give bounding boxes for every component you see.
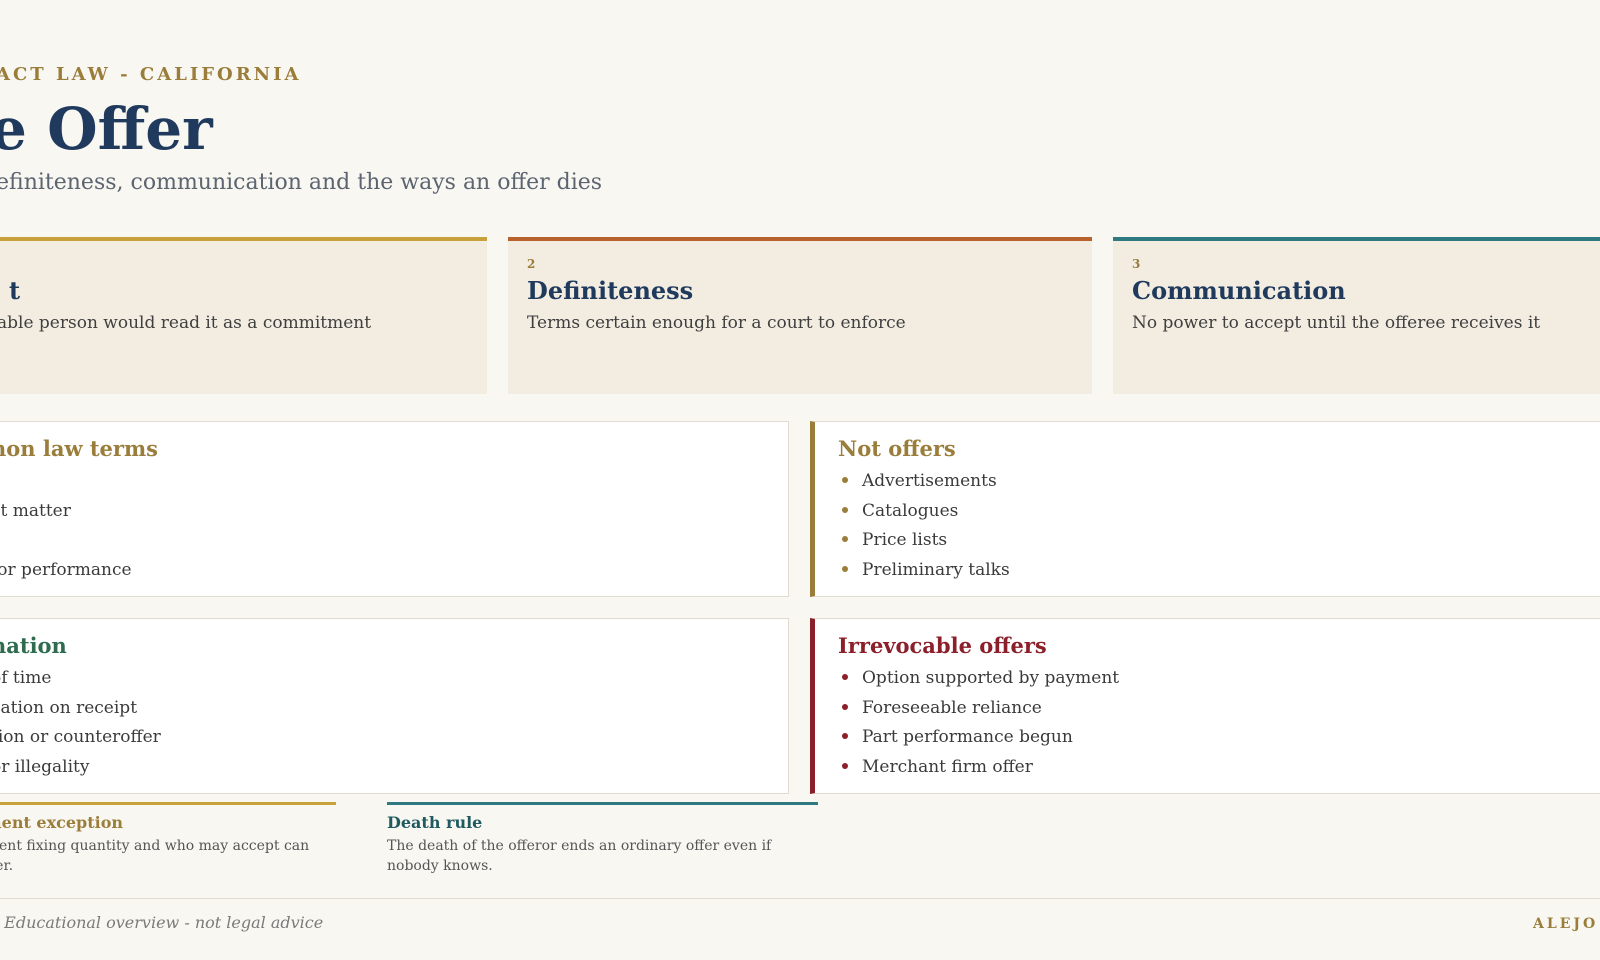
step-card-communication: 3 Communication No power to accept until… bbox=[1113, 237, 1600, 394]
list-item: ct matter bbox=[0, 500, 71, 521]
step-number bbox=[9, 257, 467, 271]
list-item: Option supported by payment bbox=[838, 664, 1587, 694]
list-item: for performance bbox=[0, 559, 132, 580]
step-number: 3 bbox=[1132, 257, 1141, 271]
note-title: nent exception bbox=[0, 813, 124, 832]
note-text-line: nobody knows. bbox=[387, 858, 493, 874]
footer-brand: ALEJO bbox=[1533, 916, 1599, 932]
note-text-line: The death of the offeror ends an ordinar… bbox=[387, 838, 772, 854]
step-description: No power to accept until the offeree rec… bbox=[1132, 313, 1541, 333]
note-text-line: fer. bbox=[0, 858, 14, 874]
card-not-offers: Not offers Advertisements Catalogues Pri… bbox=[810, 421, 1600, 597]
page-kicker: ACT LAW - CALIFORNIA bbox=[0, 64, 302, 85]
step-card-definiteness: 2 Definiteness Terms certain enough for … bbox=[508, 237, 1092, 394]
card-title: nation bbox=[0, 633, 67, 658]
step-title: Communication bbox=[1132, 276, 1346, 305]
list-item bbox=[0, 526, 766, 556]
card-list: of time cation on receipt tion or counte… bbox=[0, 664, 766, 782]
list-item: Price lists bbox=[838, 526, 1587, 556]
card-list: Option supported by payment Foreseeable … bbox=[838, 664, 1587, 782]
note-text-line: nent fixing quantity and who may accept … bbox=[0, 838, 310, 854]
page-subtitle: efiniteness, communication and the ways … bbox=[0, 170, 603, 195]
step-card-offer: t able person would read it as a commitm… bbox=[0, 237, 487, 394]
card-irrevocable-offers: Irrevocable offers Option supported by p… bbox=[810, 618, 1600, 794]
list-item: of time bbox=[0, 668, 52, 688]
card-title: non law terms bbox=[0, 436, 158, 461]
card-title: Irrevocable offers bbox=[838, 633, 1047, 658]
note-text: nent fixing quantity and who may accept … bbox=[0, 836, 336, 876]
list-item: tion or counteroffer bbox=[0, 727, 161, 747]
list-item: Merchant firm offer bbox=[838, 753, 1587, 783]
step-description: Terms certain enough for a court to enfo… bbox=[527, 313, 906, 333]
footer-disclaimer: · Educational overview - not legal advic… bbox=[0, 913, 324, 932]
note-death-rule: Death rule The death of the offeror ends… bbox=[387, 802, 818, 876]
card-termination: nation of time cation on receipt tion or… bbox=[0, 618, 789, 794]
card-list: s ct matter for performance bbox=[0, 467, 766, 585]
note-exception: nent exception nent fixing quantity and … bbox=[0, 802, 336, 876]
list-item: Foreseeable reliance bbox=[838, 694, 1587, 724]
list-item: Preliminary talks bbox=[838, 556, 1587, 586]
step-description: able person would read it as a commitmen… bbox=[0, 313, 372, 333]
footer-divider bbox=[0, 898, 1600, 899]
card-common-law-terms: non law terms s ct matter for performanc… bbox=[0, 421, 789, 597]
page-title: e Offer bbox=[0, 95, 213, 163]
step-title: Definiteness bbox=[527, 276, 694, 305]
list-item: s bbox=[0, 467, 766, 497]
note-title: Death rule bbox=[387, 813, 483, 832]
list-item: Catalogues bbox=[838, 497, 1587, 527]
card-title: Not offers bbox=[838, 436, 956, 461]
list-item: Part performance begun bbox=[838, 723, 1587, 753]
note-text: The death of the offeror ends an ordinar… bbox=[387, 836, 818, 876]
card-list: Advertisements Catalogues Price lists Pr… bbox=[838, 467, 1587, 585]
list-item: cation on receipt bbox=[0, 697, 138, 718]
list-item: or illegality bbox=[0, 756, 90, 777]
step-title: t bbox=[9, 276, 21, 305]
step-number: 2 bbox=[527, 257, 536, 271]
list-item: Advertisements bbox=[838, 467, 1587, 497]
